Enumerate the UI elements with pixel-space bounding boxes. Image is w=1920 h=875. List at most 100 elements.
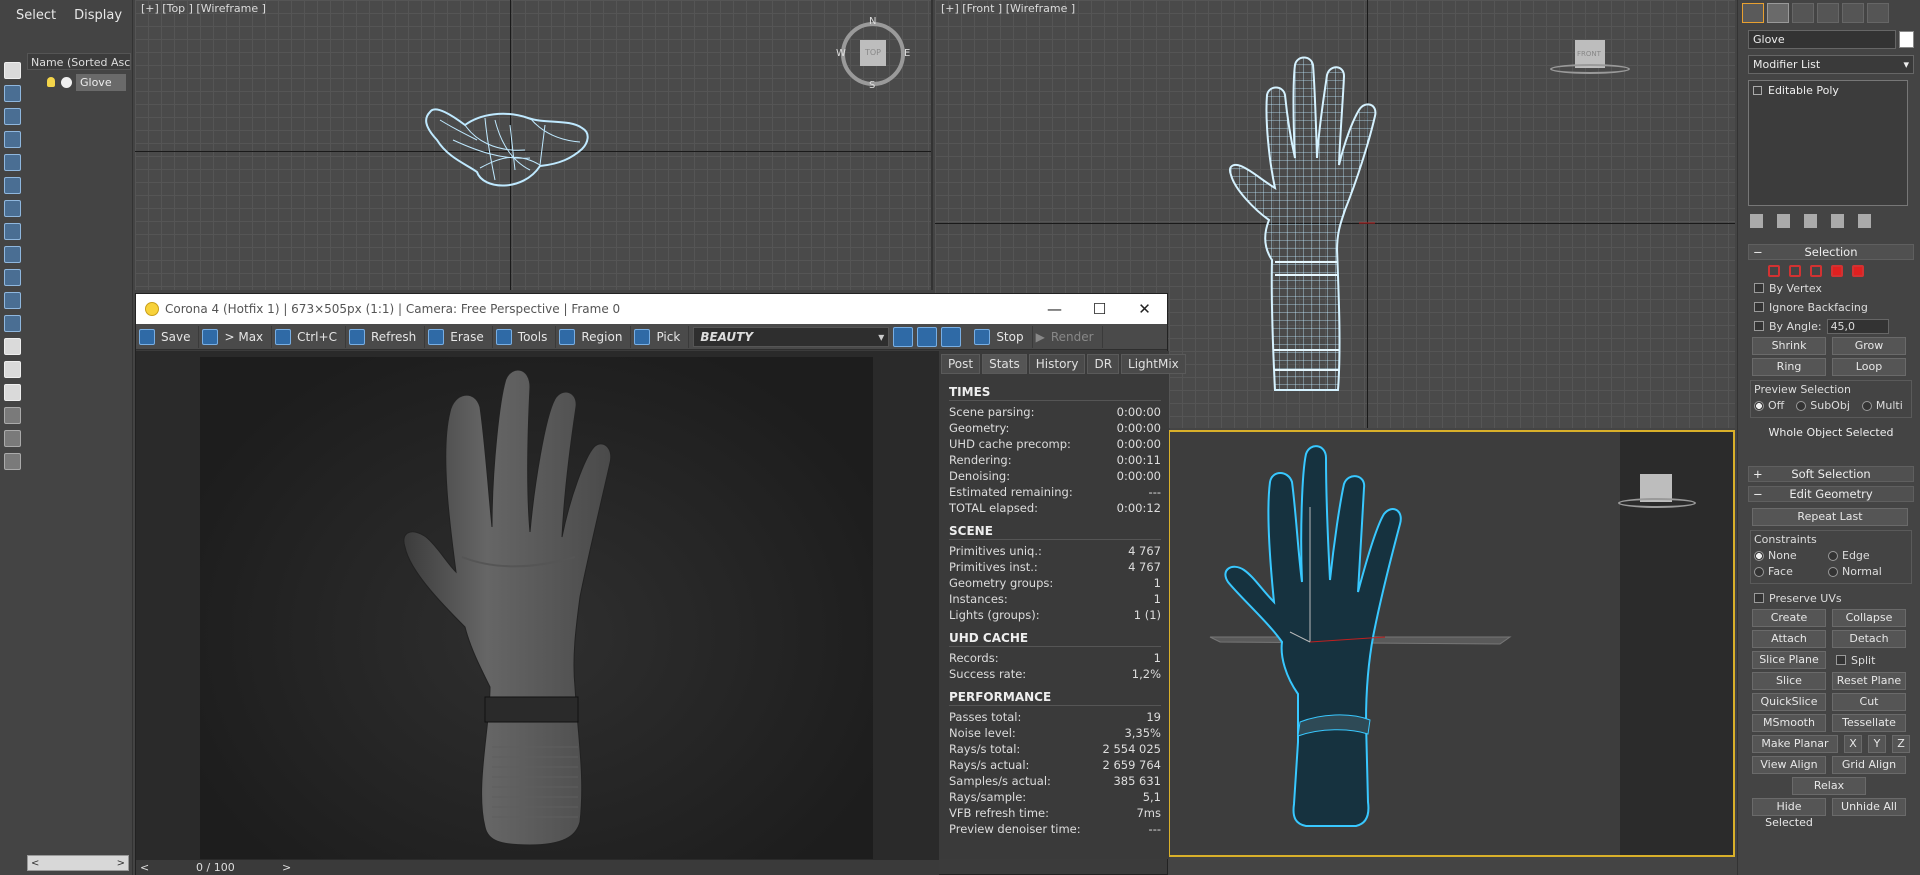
- light-bulb-icon[interactable]: [47, 77, 55, 87]
- modifier-list-dropdown[interactable]: Modifier List: [1748, 55, 1914, 74]
- msmooth-button[interactable]: MSmooth: [1752, 714, 1826, 732]
- tools-button[interactable]: Tools: [493, 325, 557, 348]
- grid-align-button[interactable]: Grid Align: [1832, 756, 1906, 774]
- tab-lightmix[interactable]: LightMix: [1121, 354, 1186, 374]
- spacewarps-filter-icon[interactable]: [4, 223, 21, 240]
- region-button[interactable]: Region: [556, 325, 632, 348]
- checkbox-box[interactable]: [1836, 655, 1846, 665]
- viewcube-ring[interactable]: [1550, 64, 1630, 74]
- soft-selection-rollout-header[interactable]: + Soft Selection: [1748, 466, 1914, 482]
- create-tab-icon[interactable]: [1742, 3, 1764, 23]
- edit-geometry-rollout-header[interactable]: − Edit Geometry: [1748, 486, 1914, 502]
- show-end-result-icon[interactable]: [1777, 214, 1790, 228]
- relax-button[interactable]: Relax: [1792, 777, 1866, 795]
- close-button[interactable]: ✕: [1122, 300, 1167, 318]
- tab-stats[interactable]: Stats: [982, 354, 1027, 374]
- ignore-backfacing-checkbox[interactable]: Ignore Backfacing: [1754, 299, 1920, 315]
- border-level-icon[interactable]: [1810, 265, 1822, 277]
- containers-filter-icon[interactable]: [4, 315, 21, 332]
- detach-button[interactable]: Detach: [1832, 630, 1906, 648]
- polygon-level-icon[interactable]: [1831, 265, 1843, 277]
- radio-dot[interactable]: [1796, 400, 1807, 411]
- element-level-icon[interactable]: [1852, 265, 1864, 277]
- collapse-button[interactable]: Collapse: [1832, 609, 1906, 627]
- slice-plane-button[interactable]: Slice Plane: [1752, 651, 1826, 669]
- tab-history[interactable]: History: [1028, 354, 1086, 374]
- pin-stack-icon[interactable]: [1750, 214, 1763, 228]
- radio-dot[interactable]: [1828, 566, 1838, 577]
- display-all-icon[interactable]: [4, 85, 21, 102]
- lights-filter-icon[interactable]: [4, 154, 21, 171]
- frozen-filter-icon[interactable]: [4, 338, 21, 355]
- vfb-titlebar[interactable]: Corona 4 (Hotfix 1) | 673×505px (1:1) | …: [136, 294, 1167, 324]
- shrink-button[interactable]: Shrink: [1752, 337, 1826, 355]
- split-checkbox[interactable]: Split: [1836, 652, 1875, 668]
- ring-button[interactable]: Ring: [1752, 358, 1826, 376]
- radio-dot[interactable]: [1754, 550, 1764, 561]
- minimize-button[interactable]: —: [1032, 300, 1077, 318]
- radio-dot[interactable]: [1754, 566, 1764, 577]
- preserve-uvs-checkbox[interactable]: Preserve UVs: [1754, 590, 1920, 606]
- maximize-button[interactable]: ☐: [1077, 300, 1122, 318]
- tab-dr[interactable]: DR: [1087, 354, 1120, 374]
- zoom-in-icon[interactable]: [893, 326, 914, 347]
- create-button[interactable]: Create: [1752, 609, 1826, 627]
- radio-dot[interactable]: [1861, 400, 1872, 411]
- explorer-object-row[interactable]: Glove: [27, 72, 131, 92]
- preview-off-radio[interactable]: Off: [1754, 399, 1784, 412]
- checkbox-box[interactable]: [1754, 593, 1764, 603]
- constraint-face-radio[interactable]: Face: [1754, 565, 1816, 578]
- render-channel-select[interactable]: BEAUTY: [693, 326, 890, 347]
- save-button[interactable]: Save: [136, 325, 200, 348]
- menu-display[interactable]: Display: [74, 8, 122, 23]
- hidden-filter-icon[interactable]: [4, 361, 21, 378]
- display-tab-icon[interactable]: [1842, 3, 1864, 23]
- helpers-filter-icon[interactable]: [4, 200, 21, 217]
- render-button[interactable]: ▶ Render: [1033, 325, 1103, 348]
- utilities-tab-icon[interactable]: [1867, 3, 1889, 23]
- attach-button[interactable]: Attach: [1752, 630, 1826, 648]
- scroll-right-arrow[interactable]: >: [117, 858, 125, 869]
- repeat-last-button[interactable]: Repeat Last: [1752, 508, 1908, 526]
- by-vertex-checkbox[interactable]: By Vertex: [1754, 280, 1920, 296]
- viewport-top[interactable]: [+] [Top ] [Wireframe ] TOP N S E W: [135, 0, 933, 290]
- object-name-glove[interactable]: Glove: [76, 73, 126, 91]
- pager-next-button[interactable]: >: [282, 861, 291, 874]
- viewcube-ring[interactable]: [1618, 498, 1696, 508]
- constraint-normal-radio[interactable]: Normal: [1828, 565, 1882, 578]
- viewcube-face[interactable]: TOP: [860, 40, 886, 66]
- radio-dot[interactable]: [1754, 400, 1764, 411]
- expand-icon[interactable]: [1753, 86, 1762, 95]
- visibility-icon[interactable]: [61, 76, 72, 88]
- pager-prev-button[interactable]: <: [140, 861, 149, 874]
- radio-dot[interactable]: [1828, 550, 1838, 561]
- loop-button[interactable]: Loop: [1832, 358, 1906, 376]
- copy-button[interactable]: Ctrl+C: [272, 325, 346, 348]
- display-none-icon[interactable]: [4, 62, 21, 79]
- slice-button[interactable]: Slice: [1752, 672, 1826, 690]
- explorer-column-header[interactable]: Name (Sorted Ascending): [27, 53, 131, 70]
- find-icon[interactable]: [4, 453, 21, 470]
- grow-button[interactable]: Grow: [1832, 337, 1906, 355]
- menu-select[interactable]: Select: [16, 8, 56, 23]
- geometry-filter-icon[interactable]: [4, 108, 21, 125]
- layer-filter-icon[interactable]: [4, 384, 21, 401]
- reset-plane-button[interactable]: Reset Plane: [1832, 672, 1906, 690]
- groups-filter-icon[interactable]: [4, 246, 21, 263]
- by-angle-spinner[interactable]: 45,0: [1826, 318, 1889, 334]
- preview-subobj-radio[interactable]: SubObj: [1796, 399, 1850, 412]
- vertex-level-icon[interactable]: [1768, 265, 1780, 277]
- advanced-filter-icon[interactable]: [4, 430, 21, 447]
- hide-selected-button[interactable]: Hide Selected: [1752, 798, 1826, 829]
- object-name-field[interactable]: Glove: [1748, 30, 1896, 49]
- to-max-button[interactable]: > Max: [199, 325, 273, 348]
- stack-item-editable-poly[interactable]: Editable Poly: [1753, 84, 1903, 97]
- checkbox-box[interactable]: [1754, 321, 1764, 331]
- by-angle-checkbox[interactable]: By Angle: 45,0: [1754, 318, 1920, 334]
- quickslice-button[interactable]: QuickSlice: [1752, 693, 1826, 711]
- hierarchy-tab-icon[interactable]: [1792, 3, 1814, 23]
- tessellate-button[interactable]: Tessellate: [1832, 714, 1906, 732]
- constraint-none-radio[interactable]: None: [1754, 549, 1816, 562]
- scroll-left-arrow[interactable]: <: [31, 858, 39, 869]
- planar-y-button[interactable]: Y: [1868, 735, 1886, 753]
